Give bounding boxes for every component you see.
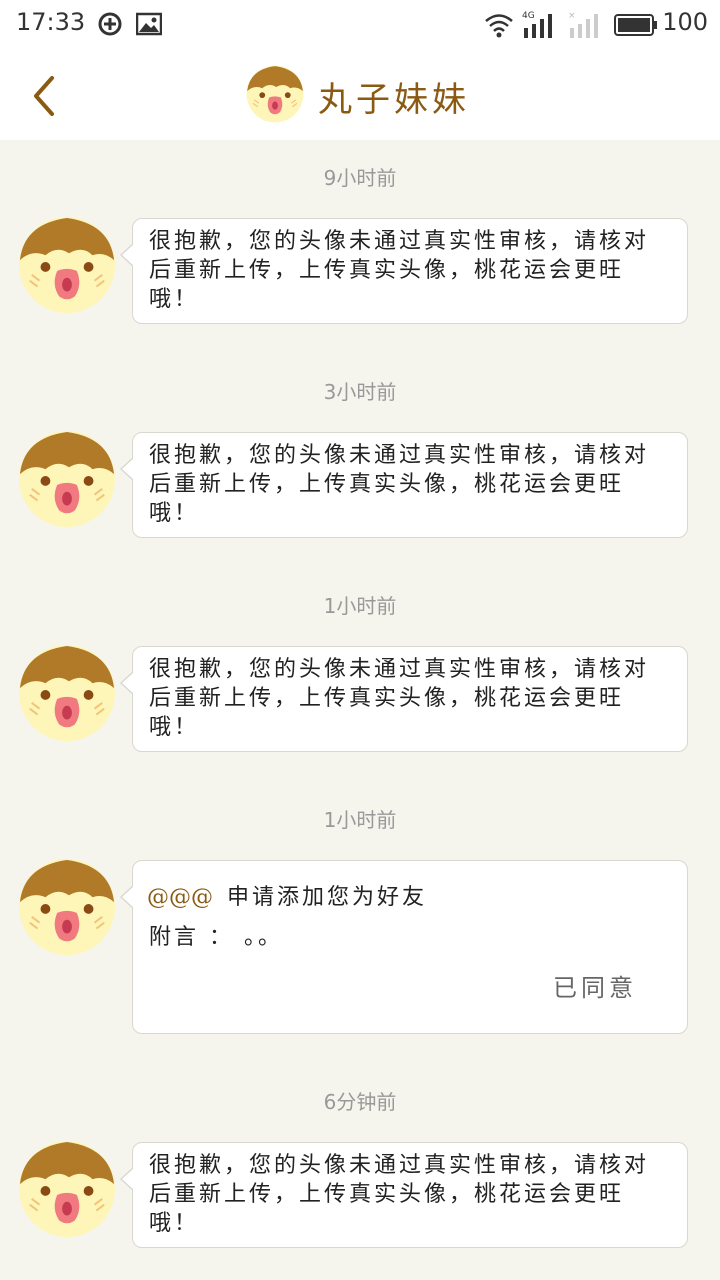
status-time: 17:33 <box>16 8 86 36</box>
message-time: 6分钟前 <box>323 1090 397 1114</box>
message-time: 3小时前 <box>323 380 397 404</box>
svg-text:4G: 4G <box>522 11 535 21</box>
chevron-left-icon <box>34 76 54 116</box>
friend-request-text: 申请添加您为好友 <box>227 885 428 910</box>
battery-level: 100 <box>662 8 708 36</box>
message-bubble[interactable]: 很抱歉，您的头像未通过真实性审核，请核对后重新上传，上传真实头像，桃花运会更旺哦… <box>120 646 688 752</box>
message-text: 很抱歉，您的头像未通过真实性审核，请核对后重新上传，上传真实头像，桃花运会更旺哦… <box>149 657 650 740</box>
sender-avatar[interactable] <box>18 858 116 956</box>
friend-request-note: 附言 ： 。。 <box>149 925 283 950</box>
message-text: 很抱歉，您的头像未通过真实性审核，请核对后重新上传，上传真实头像，桃花运会更旺哦… <box>149 229 650 312</box>
message-time: 1小时前 <box>323 594 397 618</box>
message-text: 很抱歉，您的头像未通过真实性审核，请核对后重新上传，上传真实头像，桃花运会更旺哦… <box>149 443 650 526</box>
sync-icon <box>98 12 122 36</box>
title-bar: 丸子妹妹 <box>0 50 720 140</box>
message-time: 1小时前 <box>323 808 397 832</box>
status-bar: 17:33 4G × 100 <box>0 0 720 50</box>
page-title: 丸子妹妹 <box>318 80 470 120</box>
message-bubble[interactable]: 很抱歉，您的头像未通过真实性审核，请核对后重新上传，上传真实头像，桃花运会更旺哦… <box>120 432 688 538</box>
svg-text:×: × <box>568 11 576 21</box>
back-button[interactable] <box>26 72 66 120</box>
request-status: 已同意 <box>553 974 637 1002</box>
message-bubble[interactable]: 很抱歉，您的头像未通过真实性审核，请核对后重新上传，上传真实头像，桃花运会更旺哦… <box>120 218 688 324</box>
header-avatar[interactable] <box>246 65 304 123</box>
sender-avatar[interactable] <box>18 1140 116 1238</box>
message-bubble[interactable]: 很抱歉，您的头像未通过真实性审核，请核对后重新上传，上传真实头像，桃花运会更旺哦… <box>120 1142 688 1248</box>
signal-empty-icon: × <box>568 11 598 38</box>
message-text: 很抱歉，您的头像未通过真实性审核，请核对后重新上传，上传真实头像，桃花运会更旺哦… <box>149 1153 650 1236</box>
battery-icon <box>614 14 657 36</box>
friend-request-line: @@@ 申请添加您为好友 <box>133 861 687 911</box>
requester-handle[interactable]: @@@ <box>147 885 213 910</box>
message-time: 9小时前 <box>323 166 397 190</box>
wifi-icon <box>485 14 513 38</box>
sender-avatar[interactable] <box>18 644 116 742</box>
sender-avatar[interactable] <box>18 430 116 528</box>
friend-request-bubble[interactable]: @@@ 申请添加您为好友 附言 ： 。。 已同意 <box>120 860 688 1034</box>
sender-avatar[interactable] <box>18 216 116 314</box>
signal-4g-icon: 4G <box>522 11 552 38</box>
image-icon <box>136 12 162 36</box>
